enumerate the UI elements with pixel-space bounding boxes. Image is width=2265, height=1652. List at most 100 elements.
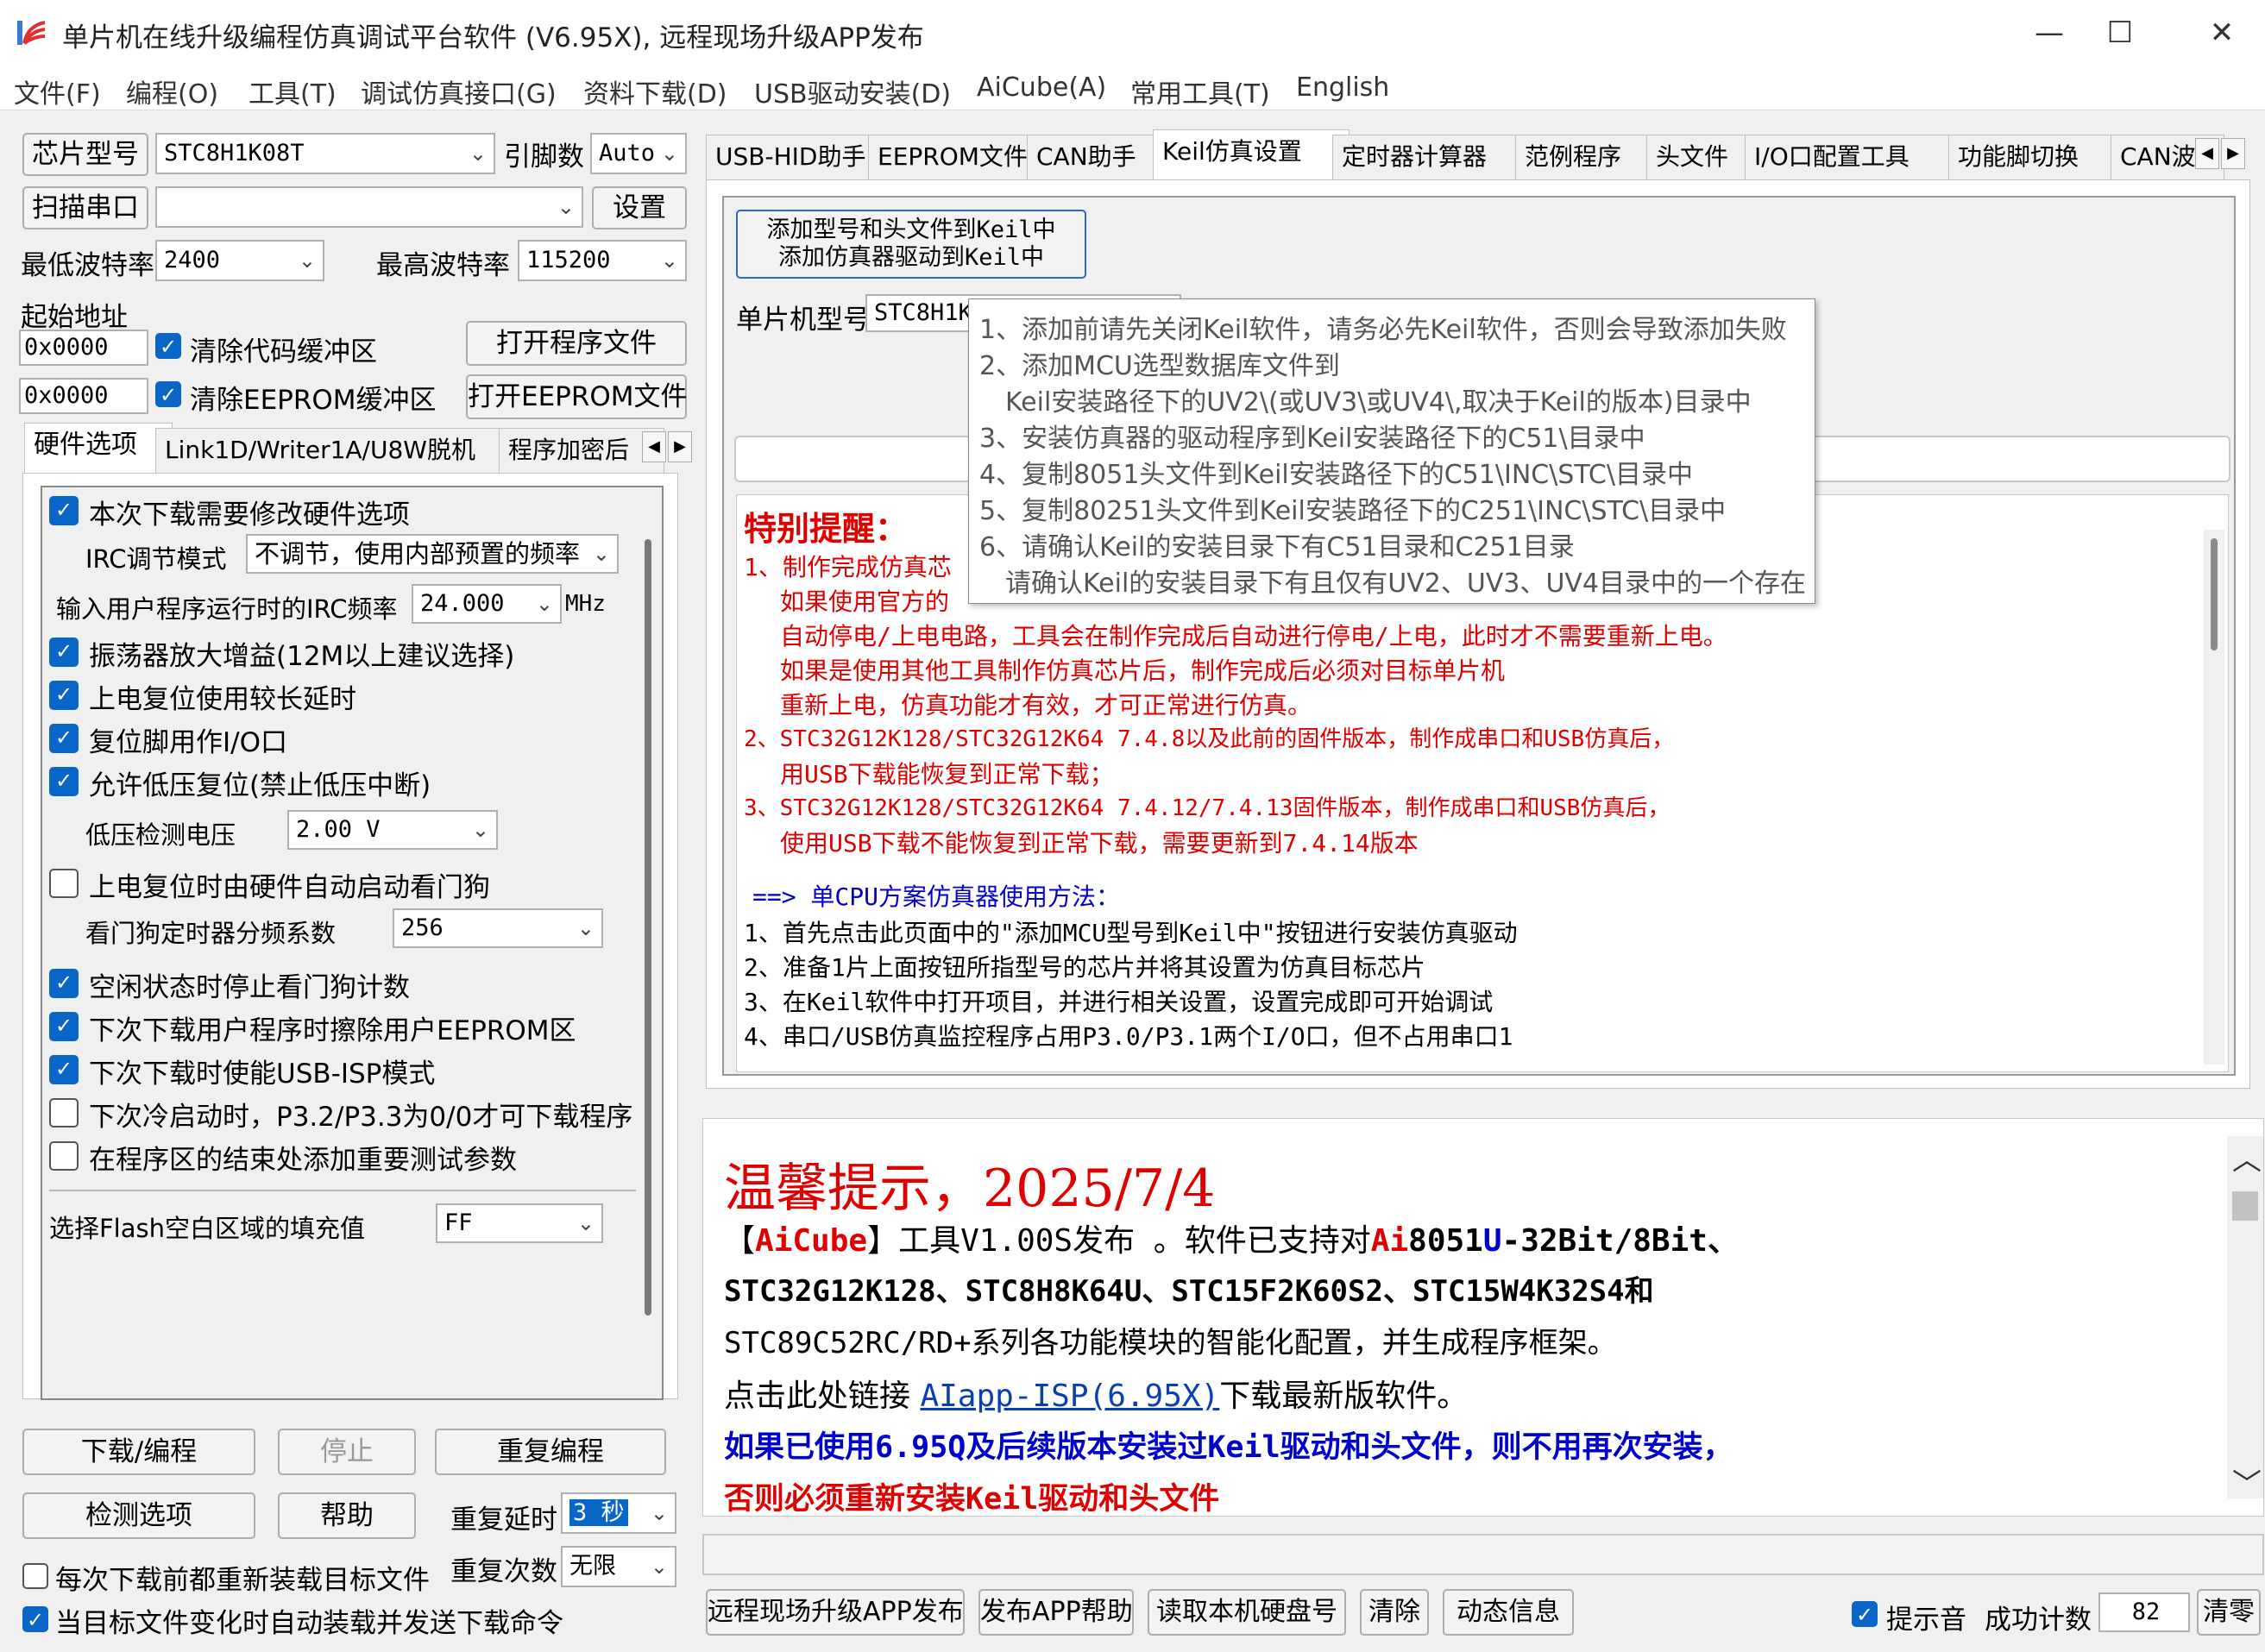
remote-upgrade-button[interactable]: 远程现场升级APP发布 (706, 1589, 965, 1636)
checkbox-icon[interactable]: ✓ (49, 681, 79, 710)
reset-count-button[interactable]: 清零 (2197, 1589, 2261, 1636)
lv-select[interactable]: 2.00 V ⌄ (287, 810, 498, 850)
menu-program[interactable]: 编程(O) (126, 72, 218, 110)
open-eeprom-button[interactable]: 打开EEPROM文件 (466, 374, 688, 419)
tab-scroll-left-icon[interactable]: ◀ (2195, 138, 2219, 169)
checkbox-icon[interactable]: ✓ (49, 1055, 79, 1084)
clear-code-checkbox[interactable]: ✓ (155, 333, 181, 359)
menu-common-tools[interactable]: 常用工具(T) (1130, 72, 1270, 110)
tab-can-helper[interactable]: CAN助手 (1027, 135, 1170, 180)
tooltip-line: 4、复制8051头文件到Keil安装路径下的C51\INC\STC\目录中 (979, 460, 1693, 490)
repeat-delay-select[interactable]: 3 秒 ⌄ (561, 1492, 676, 1534)
port-select[interactable]: ⌄ (155, 186, 583, 228)
checkbox-icon[interactable] (49, 1141, 79, 1171)
tab-timer-calc[interactable]: 定时器计算器 (1332, 135, 1532, 180)
options-scrollbar-thumb[interactable] (645, 539, 651, 1316)
tip-8051: 8051 (1408, 1223, 1483, 1259)
download-button[interactable]: 下载/编程 (22, 1429, 255, 1475)
chevron-down-icon: ⌄ (469, 141, 487, 166)
right-tab-strip: USB-HID助手 EEPROM文件 CAN助手 Keil仿真设置 定时器计算器… (706, 129, 2250, 182)
clear-log-button[interactable]: 清除 (1360, 1589, 1429, 1636)
menu-file[interactable]: 文件(F) (14, 72, 101, 110)
open-program-button[interactable]: 打开程序文件 (466, 321, 687, 366)
tab-hardware-options[interactable]: 硬件选项 (24, 423, 173, 475)
checkbox-icon[interactable]: ✓ (49, 496, 79, 525)
tab-scroll-right-icon[interactable]: ▶ (2221, 138, 2245, 169)
menu-aicube[interactable]: AiCube(A) (977, 72, 1106, 103)
start-address-label: 起始地址 (21, 302, 128, 333)
checkbox-icon[interactable] (49, 869, 79, 898)
add-to-keil-button[interactable]: 添加型号和头文件到Keil中 添加仿真器驱动到Keil中 (736, 210, 1086, 279)
options-scrollbar[interactable] (641, 522, 657, 1350)
chevron-down-icon: ⌄ (298, 248, 316, 273)
checkbox-icon[interactable]: ✓ (49, 638, 79, 667)
notice-line: 如果是使用其他工具制作仿真芯片后，制作完成后必须对目标单片机 (780, 656, 1506, 685)
download-link[interactable]: AIapp-ISP(6.95X) (920, 1379, 1219, 1414)
close-button[interactable]: ✕ (2183, 9, 2261, 57)
tab-offline[interactable]: Link1D/Writer1A/U8W脱机 (155, 428, 516, 474)
minimize-button[interactable]: — (2010, 9, 2088, 57)
min-baud-value: 2400 (164, 247, 221, 273)
min-baud-select[interactable]: 2400 ⌄ (155, 240, 324, 281)
tab-keil-settings[interactable]: Keil仿真设置 (1153, 129, 1350, 182)
stop-button[interactable]: 停止 (278, 1429, 416, 1475)
scroll-down-icon[interactable]: ﹀ (2232, 1460, 2262, 1503)
chip-type-select[interactable]: STC8H1K08T ⌄ (155, 133, 495, 174)
fill-value-select[interactable]: FF ⌄ (436, 1203, 603, 1243)
scroll-up-icon[interactable]: ︿ (2232, 1136, 2262, 1178)
wdt-div-select[interactable]: 256 ⌄ (393, 908, 603, 948)
repeat-count-select[interactable]: 无限 ⌄ (561, 1546, 676, 1587)
maximize-button[interactable]: ☐ (2081, 9, 2159, 57)
menu-english[interactable]: English (1296, 72, 1389, 103)
checkbox-icon[interactable]: ✓ (49, 969, 79, 998)
wdt-div-value: 256 (401, 914, 444, 941)
checkbox-icon[interactable]: ✓ (49, 1012, 79, 1041)
max-baud-label: 最高波特率 (376, 250, 510, 281)
checkbox-icon[interactable] (49, 1098, 79, 1128)
tab-examples[interactable]: 范例程序 (1515, 135, 1664, 180)
menu-usb-driver[interactable]: USB驱动安装(D) (754, 72, 951, 110)
irc-mode-select[interactable]: 不调节，使用内部预置的频率 ⌄ (246, 534, 619, 574)
app-help-button[interactable]: 发布APP帮助 (978, 1589, 1134, 1636)
irc-freq-select[interactable]: 24.000 ⌄ (412, 584, 562, 624)
tab-scroll-right-icon[interactable]: ▶ (668, 431, 692, 462)
tab-io-config[interactable]: I/O口配置工具 (1745, 135, 1966, 180)
help-button[interactable]: 帮助 (278, 1492, 416, 1539)
chevron-down-icon: ⌄ (660, 141, 678, 166)
tab-scroll-left-icon[interactable]: ◀ (642, 431, 666, 462)
clear-eeprom-label: 清除EEPROM缓冲区 (190, 385, 437, 416)
checkbox-icon[interactable]: ✓ (49, 724, 79, 753)
min-baud-label: 最低波特率 (21, 250, 154, 281)
max-baud-select[interactable]: 115200 ⌄ (518, 240, 687, 281)
menu-debug[interactable]: 调试仿真接口(G) (361, 72, 557, 110)
scan-port-button[interactable]: 扫描串口 (22, 186, 148, 229)
settings-button[interactable]: 设置 (592, 186, 687, 229)
tips-scrollbar[interactable]: ︿ ﹀ (2227, 1136, 2263, 1502)
code-address-input[interactable]: 0x0000 (19, 330, 148, 366)
sound-checkbox[interactable]: ✓ (1852, 1601, 1878, 1627)
reload-checkbox[interactable] (22, 1563, 48, 1589)
checkbox-icon[interactable]: ✓ (49, 767, 79, 796)
notice-scrollbar[interactable] (2204, 530, 2224, 1065)
tab-pin-switch[interactable]: 功能脚切换 (1948, 135, 2128, 180)
reprogram-button[interactable]: 重复编程 (435, 1429, 666, 1475)
tab-encryption[interactable]: 程序加密后 (499, 428, 664, 474)
clear-eeprom-checkbox[interactable]: ✓ (155, 381, 181, 407)
tip-line-6: 否则必须重新安装Keil驱动和头文件 (724, 1482, 1220, 1517)
tab-eeprom-file[interactable]: EEPROM文件 (868, 135, 1044, 180)
chip-type-button[interactable]: 芯片型号 (22, 133, 148, 176)
notice-scrollbar-thumb[interactable] (2211, 538, 2218, 650)
tab-usb-hid[interactable]: USB-HID助手 (706, 135, 885, 180)
repeat-delay-label: 重复延时 (450, 1504, 557, 1536)
divider (49, 1190, 636, 1191)
tooltip-line: 3、安装仿真器的驱动程序到Keil安装路径下的C51\目录中 (979, 424, 1645, 454)
menu-download[interactable]: 资料下载(D) (583, 72, 727, 110)
read-disk-button[interactable]: 读取本机硬盘号 (1148, 1589, 1346, 1636)
eeprom-address-input[interactable]: 0x0000 (19, 378, 148, 414)
autoload-checkbox[interactable]: ✓ (22, 1606, 48, 1632)
dynamic-info-button[interactable]: 动态信息 (1443, 1589, 1574, 1636)
check-options-button[interactable]: 检测选项 (22, 1492, 255, 1539)
tips-scrollbar-thumb[interactable] (2232, 1191, 2258, 1221)
pins-select[interactable]: Auto ⌄ (590, 133, 687, 174)
menu-tools[interactable]: 工具(T) (249, 72, 337, 110)
